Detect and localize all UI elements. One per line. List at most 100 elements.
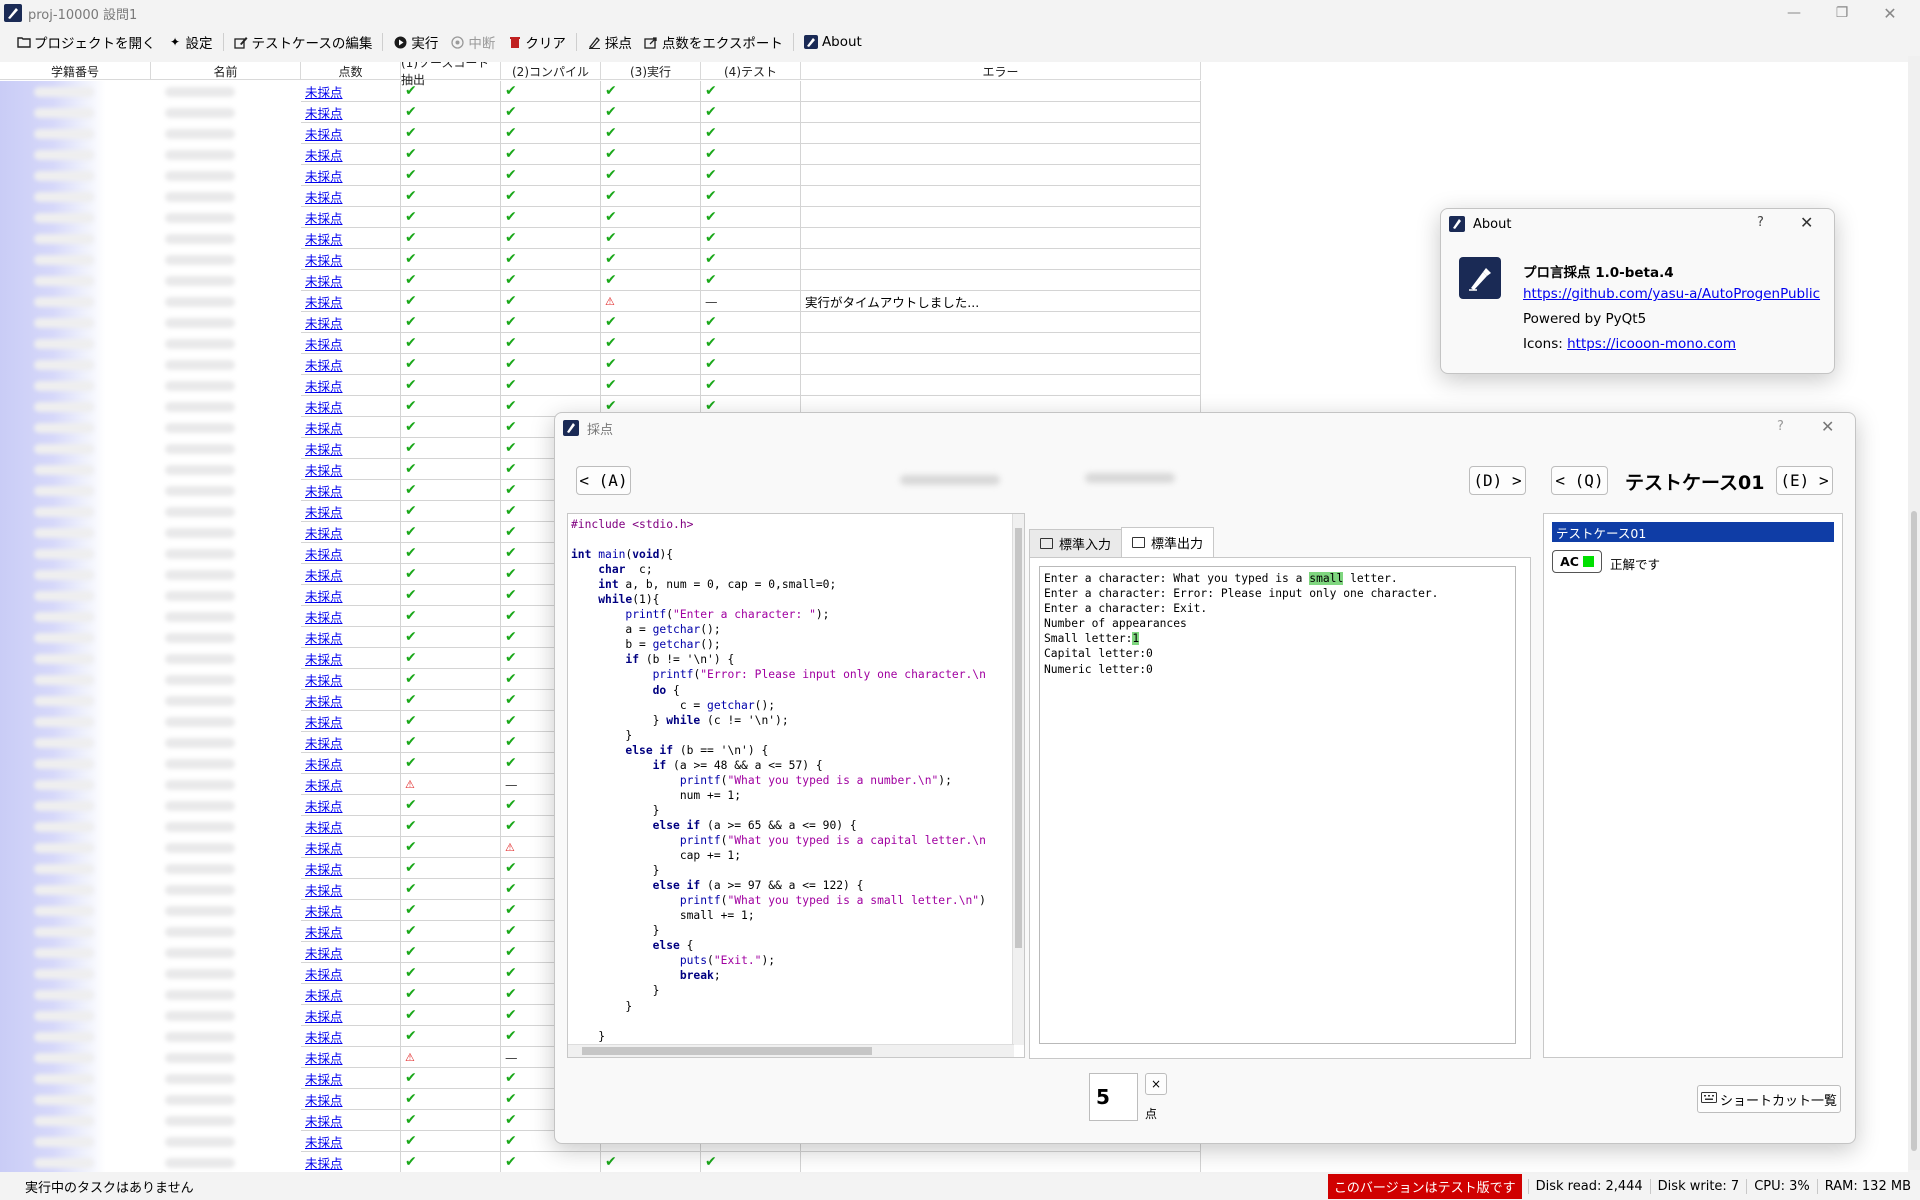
ungraded-link[interactable]: 未採点 [305, 628, 343, 647]
table-row[interactable]: 未採点 ✔ ✔ ✔ ✔ [0, 354, 1201, 375]
table-row[interactable]: 未採点 ✔ ✔ ✔ ✔ [0, 270, 1201, 291]
stdout-viewer[interactable]: Enter a character: What you typed is a s… [1039, 566, 1516, 1044]
header-student-id[interactable]: 学籍番号 [0, 62, 151, 80]
ungraded-link[interactable]: 未採点 [305, 1153, 343, 1172]
ungraded-link[interactable]: 未採点 [305, 880, 343, 899]
ungraded-link[interactable]: 未採点 [305, 187, 343, 206]
ungraded-link[interactable]: 未採点 [305, 166, 343, 185]
ungraded-link[interactable]: 未採点 [305, 334, 343, 353]
ungraded-link[interactable]: 未採点 [305, 649, 343, 668]
ungraded-link[interactable]: 未採点 [305, 964, 343, 983]
scrollbar-thumb[interactable] [1911, 511, 1917, 1151]
maximize-button[interactable]: ❐ [1818, 0, 1866, 26]
prev-student-button[interactable]: < (A) [576, 466, 631, 495]
header-execute[interactable]: (3)実行 [601, 62, 701, 80]
table-row[interactable]: 未採点 ✔ ✔ ✔ ✔ [0, 1152, 1201, 1172]
header-error[interactable]: エラー [801, 62, 1201, 80]
table-row[interactable]: 未採点 ✔ ✔ ✔ ✔ [0, 249, 1201, 270]
ungraded-link[interactable]: 未採点 [305, 544, 343, 563]
ungraded-link[interactable]: 未採点 [305, 103, 343, 122]
table-row[interactable]: 未採点 ✔ ✔ ✔ ✔ [0, 228, 1201, 249]
shortcuts-button[interactable]: ショートカット一覧 [1697, 1085, 1841, 1113]
ungraded-link[interactable]: 未採点 [305, 376, 343, 395]
vertical-scrollbar[interactable] [1908, 56, 1920, 1170]
ungraded-link[interactable]: 未採点 [305, 922, 343, 941]
table-row[interactable]: 未採点 ✔ ✔ ⚠ — 実行がタイムアウトしました... [0, 291, 1201, 312]
table-row[interactable]: 未採点 ✔ ✔ ✔ ✔ [0, 333, 1201, 354]
ungraded-link[interactable]: 未採点 [305, 817, 343, 836]
ungraded-link[interactable]: 未採点 [305, 943, 343, 962]
ungraded-link[interactable]: 未採点 [305, 355, 343, 374]
ungraded-link[interactable]: 未採点 [305, 1027, 343, 1046]
ungraded-link[interactable]: 未採点 [305, 901, 343, 920]
ungraded-link[interactable]: 未採点 [305, 586, 343, 605]
score-input[interactable]: 5 [1089, 1073, 1138, 1121]
help-button[interactable]: ? [1777, 419, 1784, 434]
ungraded-link[interactable]: 未採点 [305, 481, 343, 500]
table-row[interactable]: 未採点 ✔ ✔ ✔ ✔ [0, 102, 1201, 123]
export-button[interactable]: 点数をエクスポート [638, 30, 789, 54]
ungraded-link[interactable]: 未採点 [305, 502, 343, 521]
ungraded-link[interactable]: 未採点 [305, 145, 343, 164]
close-icon[interactable]: ✕ [1800, 213, 1813, 232]
ungraded-link[interactable]: 未採点 [305, 397, 343, 416]
code-hscroll[interactable] [568, 1044, 1014, 1057]
icons-link[interactable]: https://icooon-mono.com [1567, 336, 1736, 352]
repo-link[interactable]: https://github.com/yasu-a/AutoProgenPubl… [1523, 286, 1820, 302]
ungraded-link[interactable]: 未採点 [305, 1006, 343, 1025]
ungraded-link[interactable]: 未採点 [305, 691, 343, 710]
table-row[interactable]: 未採点 ✔ ✔ ✔ ✔ [0, 81, 1201, 102]
edit-testcases-button[interactable]: テストケースの編集 [228, 30, 379, 54]
ungraded-link[interactable]: 未採点 [305, 859, 343, 878]
ungraded-link[interactable]: 未採点 [305, 1069, 343, 1088]
next-student-button[interactable]: (D) > [1469, 466, 1526, 495]
clear-score-button[interactable]: × [1145, 1073, 1167, 1095]
ungraded-link[interactable]: 未採点 [305, 670, 343, 689]
grade-button[interactable]: 採点 [581, 30, 638, 54]
ungraded-link[interactable]: 未採点 [305, 124, 343, 143]
ungraded-link[interactable]: 未採点 [305, 796, 343, 815]
table-row[interactable]: 未採点 ✔ ✔ ✔ ✔ [0, 165, 1201, 186]
table-row[interactable]: 未採点 ✔ ✔ ✔ ✔ [0, 312, 1201, 333]
scrollbar-thumb[interactable] [582, 1047, 872, 1055]
ungraded-link[interactable]: 未採点 [305, 838, 343, 857]
table-row[interactable]: 未採点 ✔ ✔ ✔ ✔ [0, 123, 1201, 144]
ungraded-link[interactable]: 未採点 [305, 607, 343, 626]
tab-stdin[interactable]: 標準入力 [1029, 529, 1123, 557]
ungraded-link[interactable]: 未採点 [305, 985, 343, 1004]
minimize-button[interactable]: — [1770, 0, 1818, 26]
ungraded-link[interactable]: 未採点 [305, 439, 343, 458]
next-testcase-button[interactable]: (E) > [1776, 466, 1833, 495]
header-name[interactable]: 名前 [151, 62, 301, 80]
ungraded-link[interactable]: 未採点 [305, 313, 343, 332]
about-button[interactable]: About [798, 30, 868, 54]
table-row[interactable]: 未採点 ✔ ✔ ✔ ✔ [0, 186, 1201, 207]
ungraded-link[interactable]: 未採点 [305, 712, 343, 731]
ungraded-link[interactable]: 未採点 [305, 1048, 343, 1067]
clear-button[interactable]: クリア [501, 30, 572, 54]
ungraded-link[interactable]: 未採点 [305, 82, 343, 101]
ungraded-link[interactable]: 未採点 [305, 250, 343, 269]
scrollbar-thumb[interactable] [1015, 528, 1022, 948]
ungraded-link[interactable]: 未採点 [305, 565, 343, 584]
table-row[interactable]: 未採点 ✔ ✔ ✔ ✔ [0, 144, 1201, 165]
ungraded-link[interactable]: 未採点 [305, 271, 343, 290]
table-row[interactable]: 未採点 ✔ ✔ ✔ ✔ [0, 207, 1201, 228]
code-vscroll[interactable] [1012, 514, 1024, 1045]
ungraded-link[interactable]: 未採点 [305, 229, 343, 248]
ungraded-link[interactable]: 未採点 [305, 1090, 343, 1109]
ungraded-link[interactable]: 未採点 [305, 733, 343, 752]
header-score[interactable]: 点数 [301, 62, 401, 80]
ungraded-link[interactable]: 未採点 [305, 292, 343, 311]
ungraded-link[interactable]: 未採点 [305, 1132, 343, 1151]
table-row[interactable]: 未採点 ✔ ✔ ✔ ✔ [0, 375, 1201, 396]
ungraded-link[interactable]: 未採点 [305, 775, 343, 794]
tab-stdout[interactable]: 標準出力 [1121, 527, 1215, 557]
open-project-button[interactable]: プロジェクトを開く [10, 30, 162, 54]
ungraded-link[interactable]: 未採点 [305, 418, 343, 437]
source-code-viewer[interactable]: #include <stdio.h> int main(void){ char … [567, 513, 1025, 1058]
header-source-extract[interactable]: (1)ソースコード抽出 [401, 62, 501, 87]
prev-testcase-button[interactable]: < (Q) [1551, 466, 1608, 495]
ungraded-link[interactable]: 未採点 [305, 1111, 343, 1130]
ungraded-link[interactable]: 未採点 [305, 208, 343, 227]
